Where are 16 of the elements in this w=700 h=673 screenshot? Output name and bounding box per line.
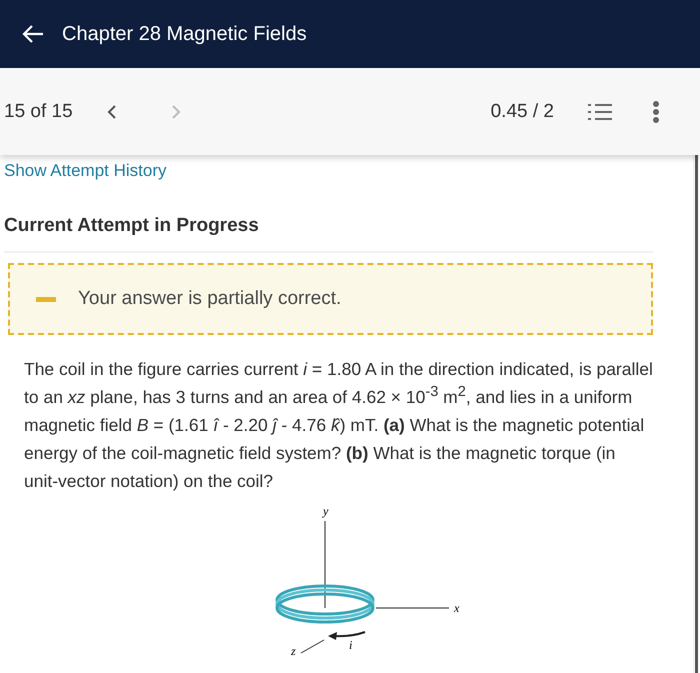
axis-label: x	[454, 601, 460, 615]
back-button[interactable]	[22, 25, 44, 43]
feedback-message: Your answer is partially correct.	[78, 288, 342, 310]
partial-icon	[36, 296, 56, 302]
question-position: 15 of 15	[4, 100, 73, 122]
more-options-icon[interactable]	[652, 100, 660, 122]
numbered-list-icon[interactable]	[588, 102, 612, 122]
show-attempt-history-link[interactable]: Show Attempt History	[4, 161, 167, 181]
question-text: The coil in the figure carries current i = 1.80 A in the direction indicated, is parallel to an xz plane, has 3 turns and an area of 4.62 × 10$^{-3}$ m$^{2}$, and lies in a uniform magnetic field B = (1.61 î - 2.20 ĵ - 4.76 k̂) mT. (a) What is the magnetic potential energy of the coil-magnetic field system? (b) What is the magnetic torque (in unit-vector notation) on the coil?	[24, 358, 653, 493]
score: 0.45 / 2	[490, 100, 554, 122]
previous-button[interactable]	[106, 104, 117, 120]
axis-label: z	[291, 644, 296, 658]
section-title: Current Attempt in Progress	[4, 215, 653, 253]
current-label: i	[349, 638, 352, 652]
page-title: Chapter 28 Magnetic Fields	[62, 22, 307, 46]
axis-label: y	[323, 504, 328, 518]
